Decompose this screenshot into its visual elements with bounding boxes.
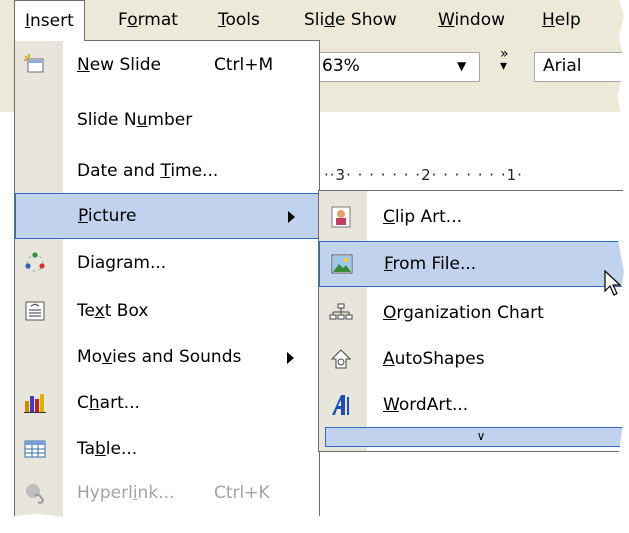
clip-art-icon bbox=[331, 206, 351, 228]
menu-item-label: Chart... bbox=[77, 393, 140, 413]
submenu-item-from-file[interactable]: From File... bbox=[319, 241, 625, 287]
menu-slide-show[interactable]: Slide Show bbox=[294, 0, 407, 40]
menu-help[interactable]: Help bbox=[532, 0, 591, 40]
menu-item-text-box[interactable]: Text Box bbox=[15, 289, 319, 335]
submenu-item-autoshapes[interactable]: AutoShapes bbox=[319, 337, 625, 383]
zoom-value: 63% bbox=[322, 56, 360, 76]
diagram-icon bbox=[25, 252, 45, 272]
table-icon bbox=[24, 440, 46, 458]
submenu-arrow-icon bbox=[287, 352, 294, 364]
autoshapes-icon bbox=[330, 349, 352, 369]
menu-item-picture[interactable]: Picture bbox=[15, 193, 319, 239]
submenu-item-label: WordArt... bbox=[383, 395, 469, 415]
menu-item-slide-number[interactable]: Slide Number bbox=[15, 98, 319, 144]
menu-item-label: Table... bbox=[77, 439, 138, 459]
font-value: Arial bbox=[543, 56, 582, 76]
submenu-item-label: From File... bbox=[384, 254, 477, 274]
menu-item-shortcut: Ctrl+K bbox=[214, 483, 270, 503]
from-file-icon bbox=[331, 254, 353, 274]
submenu-item-label: Organization Chart bbox=[383, 303, 544, 323]
submenu-item-label: Clip Art... bbox=[383, 207, 463, 227]
menu-insert[interactable]: Insert bbox=[14, 0, 85, 41]
insert-menu: New Slide Ctrl+M Slide Number Date and T… bbox=[14, 40, 320, 520]
submenu-item-organization-chart[interactable]: Organization Chart bbox=[319, 291, 625, 337]
menu-item-label: Hyperlink... bbox=[77, 483, 175, 503]
expand-menu-button[interactable]: ∨ bbox=[325, 427, 625, 447]
menu-item-label: Picture bbox=[78, 206, 137, 226]
menu-format[interactable]: Format bbox=[108, 0, 188, 40]
menu-tools[interactable]: Tools bbox=[208, 0, 270, 40]
organization-chart-icon bbox=[329, 303, 353, 320]
mouse-cursor-icon bbox=[604, 270, 622, 296]
picture-submenu: Clip Art... From File... Organization Ch… bbox=[318, 190, 625, 452]
menu-item-date-and-time[interactable]: Date and Time... bbox=[15, 149, 319, 195]
submenu-item-label: AutoShapes bbox=[383, 349, 485, 369]
submenu-item-clip-art[interactable]: Clip Art... bbox=[319, 195, 625, 241]
font-select[interactable]: Arial bbox=[534, 52, 625, 82]
menu-item-label: Date and Time... bbox=[77, 161, 219, 181]
menu-item-label: Diagram... bbox=[77, 253, 167, 273]
menu-window[interactable]: Window bbox=[428, 0, 515, 40]
zoom-select[interactable]: 63% ▼ bbox=[316, 52, 480, 82]
submenu-arrow-icon bbox=[288, 211, 295, 223]
wordart-icon bbox=[332, 395, 349, 415]
chart-icon bbox=[24, 394, 46, 413]
menu-item-label: New Slide bbox=[77, 55, 161, 75]
menu-item-diagram[interactable]: Diagram... bbox=[15, 241, 319, 287]
menu-item-table[interactable]: Table... bbox=[15, 427, 319, 473]
menu-item-label: Movies and Sounds bbox=[77, 347, 242, 367]
chevron-down-icon: ▼ bbox=[457, 59, 467, 73]
toolbar-options-icon[interactable]: » ▾ bbox=[500, 47, 509, 73]
screenshot-stage: Insert Format Tools Slide Show Window He… bbox=[0, 0, 625, 520]
double-chevron-down-icon: ∨ bbox=[476, 429, 486, 443]
menu-item-movies-and-sounds[interactable]: Movies and Sounds bbox=[15, 335, 319, 381]
menu-item-chart[interactable]: Chart... bbox=[15, 381, 319, 427]
menu-item-hyperlink: Hyperlink... Ctrl+K bbox=[15, 471, 319, 517]
hyperlink-icon bbox=[26, 484, 45, 504]
ruler-ticks: ··3· · · · · · ·2· · · · · · ·1· bbox=[324, 166, 523, 184]
horizontal-ruler: ··3· · · · · · ·2· · · · · · ·1· bbox=[318, 160, 625, 190]
new-slide-icon bbox=[24, 54, 44, 73]
menu-item-new-slide[interactable]: New Slide Ctrl+M bbox=[15, 43, 319, 89]
menu-item-label: Slide Number bbox=[77, 110, 193, 130]
submenu-item-wordart[interactable]: WordArt... bbox=[319, 383, 625, 429]
menu-bar: Insert Format Tools Slide Show Window He… bbox=[0, 0, 625, 41]
menu-item-label: Text Box bbox=[77, 301, 149, 321]
text-box-icon bbox=[25, 301, 45, 321]
menu-item-shortcut: Ctrl+M bbox=[214, 55, 274, 75]
